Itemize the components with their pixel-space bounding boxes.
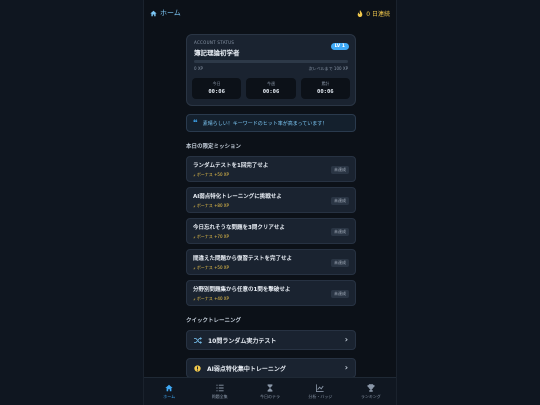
mission-item[interactable]: 分野別問題集から任意の1問を撃破せよ ⚡ ボーナス +40 XP 未達成 xyxy=(186,280,356,306)
status-title: 簿記理論初学者 xyxy=(194,49,240,57)
mission-status-badge: 未達成 xyxy=(331,259,349,267)
app-shell: ホーム 0 日連続 ACCOUNT STATUS 簿記理論初学者 LV 1 0 … xyxy=(143,0,397,405)
bottom-nav: ホーム 問題全集 今日のテラ 分析・バッジ ランキング xyxy=(144,377,396,405)
xp-value: 0 XP xyxy=(194,66,203,71)
nav-item-home[interactable]: ホーム xyxy=(144,378,194,405)
bolt-icon: ⚡ xyxy=(193,172,196,178)
trophy-icon xyxy=(367,383,375,392)
timer-label: 累計 xyxy=(321,81,330,86)
mission-item[interactable]: AI弱点特化トレーニングに挑戦せよ ⚡ ボーナス +80 XP 未達成 xyxy=(186,187,356,213)
flame-icon xyxy=(357,9,363,17)
mission-bonus-text: ボーナス +80 XP xyxy=(196,203,229,208)
mission-bonus-text: ボーナス +70 XP xyxy=(196,234,229,239)
chevron-right-icon: › xyxy=(344,363,348,372)
streak-counter: 0 日連続 xyxy=(357,9,390,18)
nav-item-analysis[interactable]: 分析・バッジ xyxy=(295,378,345,405)
nav-label: 今日のテラ xyxy=(260,393,281,399)
timer-label: 今日 xyxy=(212,81,221,86)
bulb-icon xyxy=(194,364,201,372)
next-level-text: 次レベルまで 100 XP xyxy=(308,66,348,71)
mission-title: AI弱点特化トレーニングに挑戦せよ xyxy=(193,194,282,200)
timer-total: 累計 00:06 xyxy=(300,78,350,99)
timer-week: 今週 00:06 xyxy=(246,78,296,99)
hourglass-icon xyxy=(267,383,273,392)
mission-bonus: ⚡ ボーナス +70 XP xyxy=(193,234,349,240)
account-status-card: ACCOUNT STATUS 簿記理論初学者 LV 1 0 XP 次レベルまで … xyxy=(186,34,356,106)
home-label: ホーム xyxy=(160,9,181,17)
shuffle-icon xyxy=(194,336,202,344)
missions-title: 本日の限定ミッション xyxy=(186,144,242,150)
encouragement-banner: ❝ 素晴らしい！キーワードのヒット率が高まっています！ xyxy=(186,114,356,132)
mission-bonus-text: ボーナス +50 XP xyxy=(196,265,229,270)
streak-label: 0 日連続 xyxy=(366,10,390,18)
mission-item[interactable]: 今日忘れそうな問題を3問クリアせよ ⚡ ボーナス +70 XP 未達成 xyxy=(186,218,356,244)
nav-label: 問題全集 xyxy=(211,393,228,399)
xp-progress-bar xyxy=(194,60,348,63)
quote-icon: ❝ xyxy=(193,118,198,127)
quick-item-label: AI弱点特化集中トレーニング xyxy=(207,365,286,373)
home-icon xyxy=(165,384,173,391)
level-badge: LV 1 xyxy=(330,43,349,50)
quick-ai-weakness-button[interactable]: AI弱点特化集中トレーニング › xyxy=(186,358,356,378)
nav-item-today[interactable]: 今日のテラ xyxy=(245,378,295,405)
mission-title: 分野別問題集から任意の1問を撃破せよ xyxy=(193,287,291,293)
chart-icon xyxy=(316,383,325,392)
chevron-right-icon: › xyxy=(344,335,348,344)
quick-random-test-button[interactable]: 10問ランダム実力テスト › xyxy=(186,330,356,350)
timer-value: 00:06 xyxy=(317,89,334,95)
timer-value: 00:06 xyxy=(262,89,280,95)
nav-label: 分析・バッジ xyxy=(308,393,333,399)
timer-label: 今週 xyxy=(266,81,275,86)
bolt-icon: ⚡ xyxy=(193,265,196,271)
mission-item[interactable]: 間違えた問題から復習テストを完了せよ ⚡ ボーナス +50 XP 未達成 xyxy=(186,249,356,275)
xp-row: 0 XP 次レベルまで 100 XP xyxy=(194,66,348,72)
study-timers: 今日 00:06 今週 00:06 累計 00:06 xyxy=(192,78,350,99)
status-label: ACCOUNT STATUS xyxy=(194,40,235,45)
list-icon xyxy=(216,384,224,391)
bolt-icon: ⚡ xyxy=(193,234,196,240)
mission-status-badge: 未達成 xyxy=(331,228,349,236)
mission-bonus: ⚡ ボーナス +80 XP xyxy=(193,203,349,209)
mission-bonus: ⚡ ボーナス +40 XP xyxy=(193,296,349,302)
mission-bonus-text: ボーナス +50 XP xyxy=(196,172,229,177)
nav-label: ホーム xyxy=(163,393,176,399)
timer-value: 00:06 xyxy=(208,89,225,95)
mission-title: ランダムテストを1回完了せよ xyxy=(193,163,269,169)
mission-bonus: ⚡ ボーナス +50 XP xyxy=(193,172,349,178)
banner-text: 素晴らしい！キーワードのヒット率が高まっています！ xyxy=(202,120,328,127)
quick-training-title: クイックトレーニング xyxy=(186,318,242,324)
mission-bonus-text: ボーナス +40 XP xyxy=(196,296,229,301)
mission-bonus: ⚡ ボーナス +50 XP xyxy=(193,265,349,271)
nav-item-ranking[interactable]: ランキング xyxy=(346,378,396,405)
nav-item-question-bank[interactable]: 問題全集 xyxy=(194,378,244,405)
mission-status-badge: 未達成 xyxy=(331,290,349,298)
quick-item-label: 10問ランダム実力テスト xyxy=(208,337,277,345)
mission-title: 今日忘れそうな問題を3問クリアせよ xyxy=(193,225,285,231)
home-icon xyxy=(150,10,157,16)
bolt-icon: ⚡ xyxy=(193,296,196,302)
top-bar: ホーム 0 日連続 xyxy=(144,0,396,26)
mission-item[interactable]: ランダムテストを1回完了せよ ⚡ ボーナス +50 XP 未達成 xyxy=(186,156,356,182)
home-link[interactable]: ホーム xyxy=(150,8,181,18)
mission-status-badge: 未達成 xyxy=(331,166,349,174)
timer-today: 今日 00:06 xyxy=(192,78,242,99)
bolt-icon: ⚡ xyxy=(193,203,196,209)
nav-label: ランキング xyxy=(360,393,381,399)
mission-status-badge: 未達成 xyxy=(331,197,349,205)
mission-title: 間違えた問題から復習テストを完了せよ xyxy=(193,256,293,262)
